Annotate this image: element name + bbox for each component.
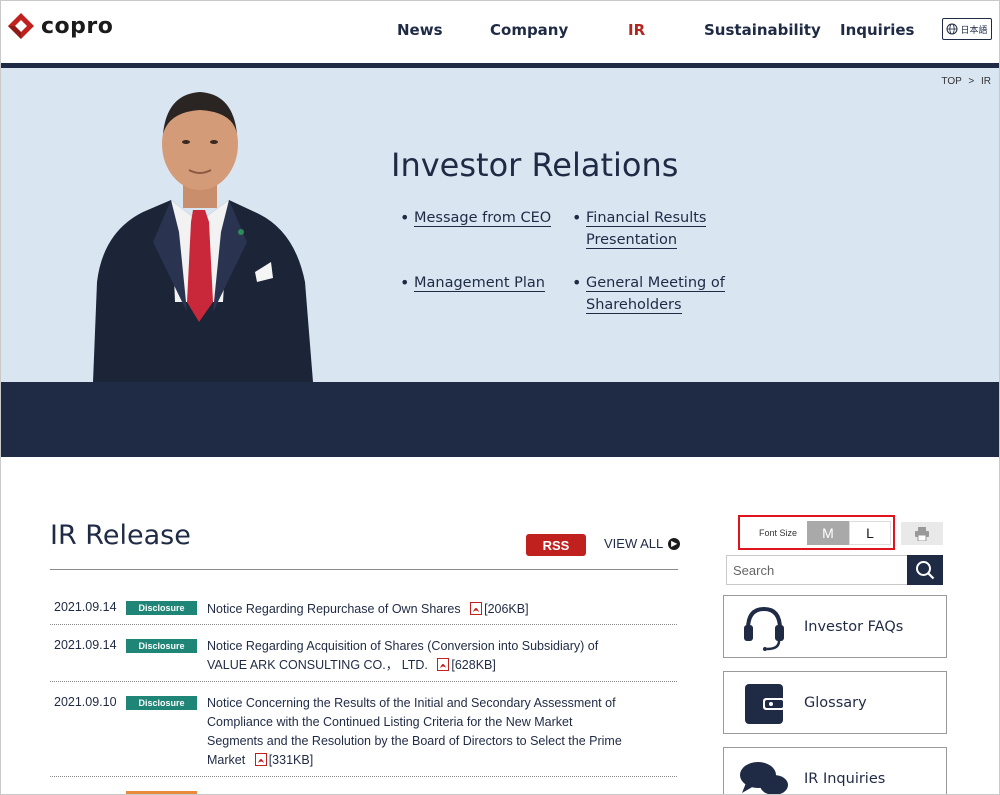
breadcrumb-top[interactable]: TOP — [941, 76, 961, 87]
file-size: [206KB] — [484, 602, 529, 616]
chat-bubbles-icon — [724, 747, 804, 794]
list-item: 2021.09.14 Disclosure Notice Regarding R… — [50, 591, 677, 625]
category-badge: Disclosure — [126, 639, 197, 653]
nav-sustainability[interactable]: Sustainability — [704, 21, 821, 39]
hero-banner: TOP > IR Investor Relations • Message fr… — [1, 68, 999, 382]
bullet-icon: • — [572, 273, 582, 292]
link-label-line1: Financial Results — [586, 210, 707, 227]
release-date: 2021.09.14 — [54, 600, 117, 614]
breadcrumb-current: IR — [981, 76, 991, 87]
view-all-link[interactable]: VIEW ALL ▶ — [604, 536, 681, 551]
release-date: 2021.09.14 — [54, 638, 117, 652]
language-button[interactable]: 日本語 — [942, 18, 992, 40]
release-title-link[interactable]: Notice Regarding Acquisition of Shares (… — [207, 637, 647, 675]
link-label: Management Plan — [414, 275, 545, 292]
investor-faqs-label: Investor FAQs — [804, 618, 904, 635]
link-management-plan[interactable]: • Management Plan — [400, 272, 545, 294]
hero-bottom-band — [1, 382, 999, 457]
link-label-line1: General Meeting of — [586, 275, 725, 292]
nav-news[interactable]: News — [397, 21, 443, 39]
section-divider — [50, 569, 678, 570]
release-title-line: VALUE ARK CONSULTING CO.， LTD. — [207, 658, 428, 672]
link-label-line2: Shareholders — [586, 297, 682, 314]
language-label: 日本語 — [960, 24, 988, 35]
bullet-icon: • — [400, 273, 410, 292]
font-size-control: Font Size M L — [738, 515, 895, 550]
category-badge — [126, 791, 197, 794]
print-button[interactable] — [901, 522, 943, 545]
release-title-link[interactable]: Notice Regarding Repurchase of Own Share… — [207, 600, 647, 619]
bullet-icon: • — [572, 208, 582, 227]
ir-inquiries-card[interactable]: IR Inquiries — [723, 747, 947, 794]
search-input[interactable] — [726, 555, 908, 585]
category-badge: Disclosure — [126, 601, 197, 615]
site-header: copro News Company IR Sustainability Inq… — [1, 1, 999, 63]
release-title-line: Notice Regarding Repurchase of Own Share… — [207, 602, 461, 616]
font-size-large-button[interactable]: L — [849, 520, 891, 545]
breadcrumb: TOP > IR — [937, 76, 991, 87]
release-title-line: Compliance with the Continued Listing Cr… — [207, 715, 573, 729]
pdf-icon — [254, 753, 267, 766]
glossary-card[interactable]: Glossary — [723, 671, 947, 734]
bullet-icon: • — [400, 208, 410, 227]
release-title-line: Segments and the Resolution by the Board… — [207, 734, 622, 748]
list-item: 2021.09.10 Disclosure Notice Concerning … — [50, 682, 677, 777]
release-title-link[interactable]: Notice Concerning the Results of the Ini… — [207, 694, 647, 770]
release-title-line: Notice Regarding Acquisition of Shares (… — [207, 639, 599, 653]
pdf-icon — [470, 602, 483, 615]
link-message-from-ceo[interactable]: • Message from CEO — [400, 207, 552, 229]
glossary-label: Glossary — [804, 694, 867, 711]
list-item: 2021.09.14 Disclosure Notice Regarding A… — [50, 625, 677, 682]
pdf-icon — [437, 658, 450, 671]
search-button[interactable] — [907, 555, 943, 585]
section-title-ir-release: IR Release — [50, 520, 191, 551]
chevron-right-icon: ▶ — [668, 537, 681, 550]
category-badge: Disclosure — [126, 696, 197, 710]
investor-faqs-card[interactable]: Investor FAQs — [723, 595, 947, 658]
globe-icon — [946, 23, 958, 35]
page-title: Investor Relations — [391, 146, 679, 184]
ir-inquiries-label: IR Inquiries — [804, 770, 886, 787]
font-size-label: Font Size — [759, 527, 798, 538]
printer-icon — [915, 526, 929, 541]
nav-inquiries[interactable]: Inquiries — [840, 21, 914, 39]
nav-company[interactable]: Company — [490, 21, 568, 39]
wallet-icon — [724, 671, 804, 734]
file-size: [628KB] — [451, 658, 496, 672]
view-all-label: VIEW ALL — [604, 536, 664, 551]
page-frame: copro News Company IR Sustainability Inq… — [0, 0, 1000, 795]
release-date: 2021.09.10 — [54, 695, 117, 709]
main-nav: News Company IR Sustainability Inquiries — [1, 21, 999, 41]
release-title-line: Market — [207, 753, 246, 767]
font-size-medium-button[interactable]: M — [807, 520, 849, 545]
headset-icon — [724, 595, 804, 658]
ceo-photo — [93, 92, 313, 382]
release-title-line: Notice Concerning the Results of the Ini… — [207, 696, 616, 710]
link-general-meeting[interactable]: • General Meeting of Shareholders — [572, 272, 725, 316]
search-icon — [916, 561, 935, 580]
nav-ir[interactable]: IR — [628, 21, 645, 39]
list-item — [50, 777, 677, 794]
rss-button[interactable]: RSS — [526, 534, 586, 556]
file-size: [331KB] — [268, 753, 314, 767]
link-label: Message from CEO — [414, 210, 552, 227]
link-label-line2: Presentation — [586, 232, 678, 249]
link-financial-results[interactable]: • Financial Results Presentation — [572, 207, 707, 251]
breadcrumb-separator: > — [968, 76, 975, 87]
